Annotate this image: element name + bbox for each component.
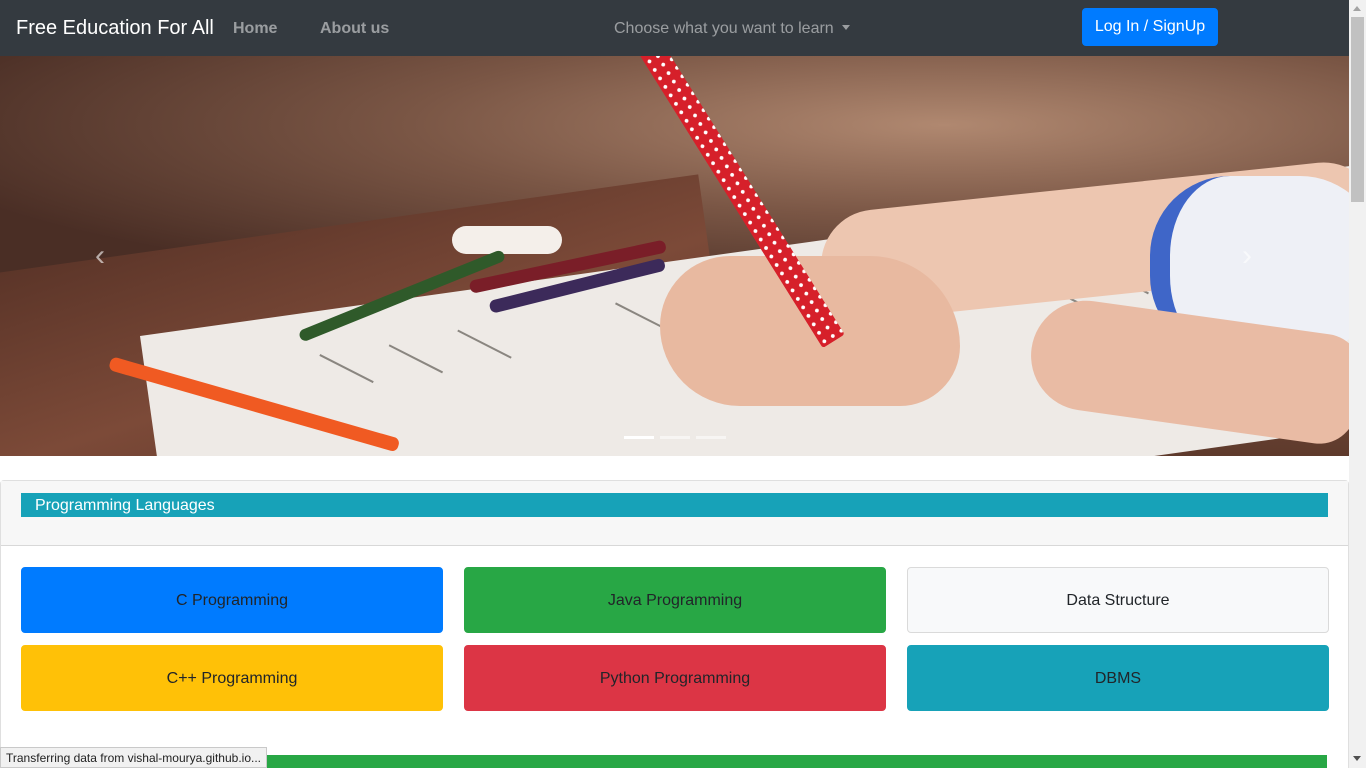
caret-down-icon <box>841 25 850 30</box>
programming-languages-card: Programming Languages C Programming Java… <box>0 480 1349 768</box>
course-dbms[interactable]: DBMS <box>907 645 1329 711</box>
carousel-prev-icon[interactable]: ‹ <box>70 226 130 286</box>
course-python-programming[interactable]: Python Programming <box>464 645 886 711</box>
brand-link[interactable]: Free Education For All <box>16 17 214 40</box>
scroll-up-icon[interactable] <box>1353 6 1361 11</box>
browser-status-bar: Transferring data from vishal-mourya.git… <box>0 747 267 768</box>
scroll-thumb[interactable] <box>1351 17 1364 202</box>
carousel-indicator-2[interactable] <box>660 436 690 439</box>
page-scrollbar[interactable] <box>1349 0 1366 768</box>
card-header: Programming Languages <box>1 481 1348 546</box>
section-title: Programming Languages <box>21 493 1328 517</box>
course-cpp-programming[interactable]: C++ Programming <box>21 645 443 711</box>
navbar: Free Education For All Home About us Cho… <box>0 0 1349 56</box>
course-data-structure[interactable]: Data Structure <box>907 567 1329 633</box>
learn-dropdown[interactable]: Choose what you want to learn <box>614 20 850 38</box>
nav-link-home[interactable]: Home <box>233 20 277 38</box>
course-c-programming[interactable]: C Programming <box>21 567 443 633</box>
carousel-indicator-3[interactable] <box>696 436 726 439</box>
learn-dropdown-label: Choose what you want to learn <box>614 20 834 37</box>
login-signup-button[interactable]: Log In / SignUp <box>1082 8 1218 46</box>
carousel-indicator-1[interactable] <box>624 436 654 439</box>
carousel-indicators <box>624 426 732 444</box>
hero-carousel: ‹ › <box>0 56 1349 456</box>
nav-link-about-us[interactable]: About us <box>320 20 389 38</box>
course-java-programming[interactable]: Java Programming <box>464 567 886 633</box>
carousel-next-icon[interactable]: › <box>1217 226 1277 286</box>
scroll-down-icon[interactable] <box>1353 756 1361 761</box>
